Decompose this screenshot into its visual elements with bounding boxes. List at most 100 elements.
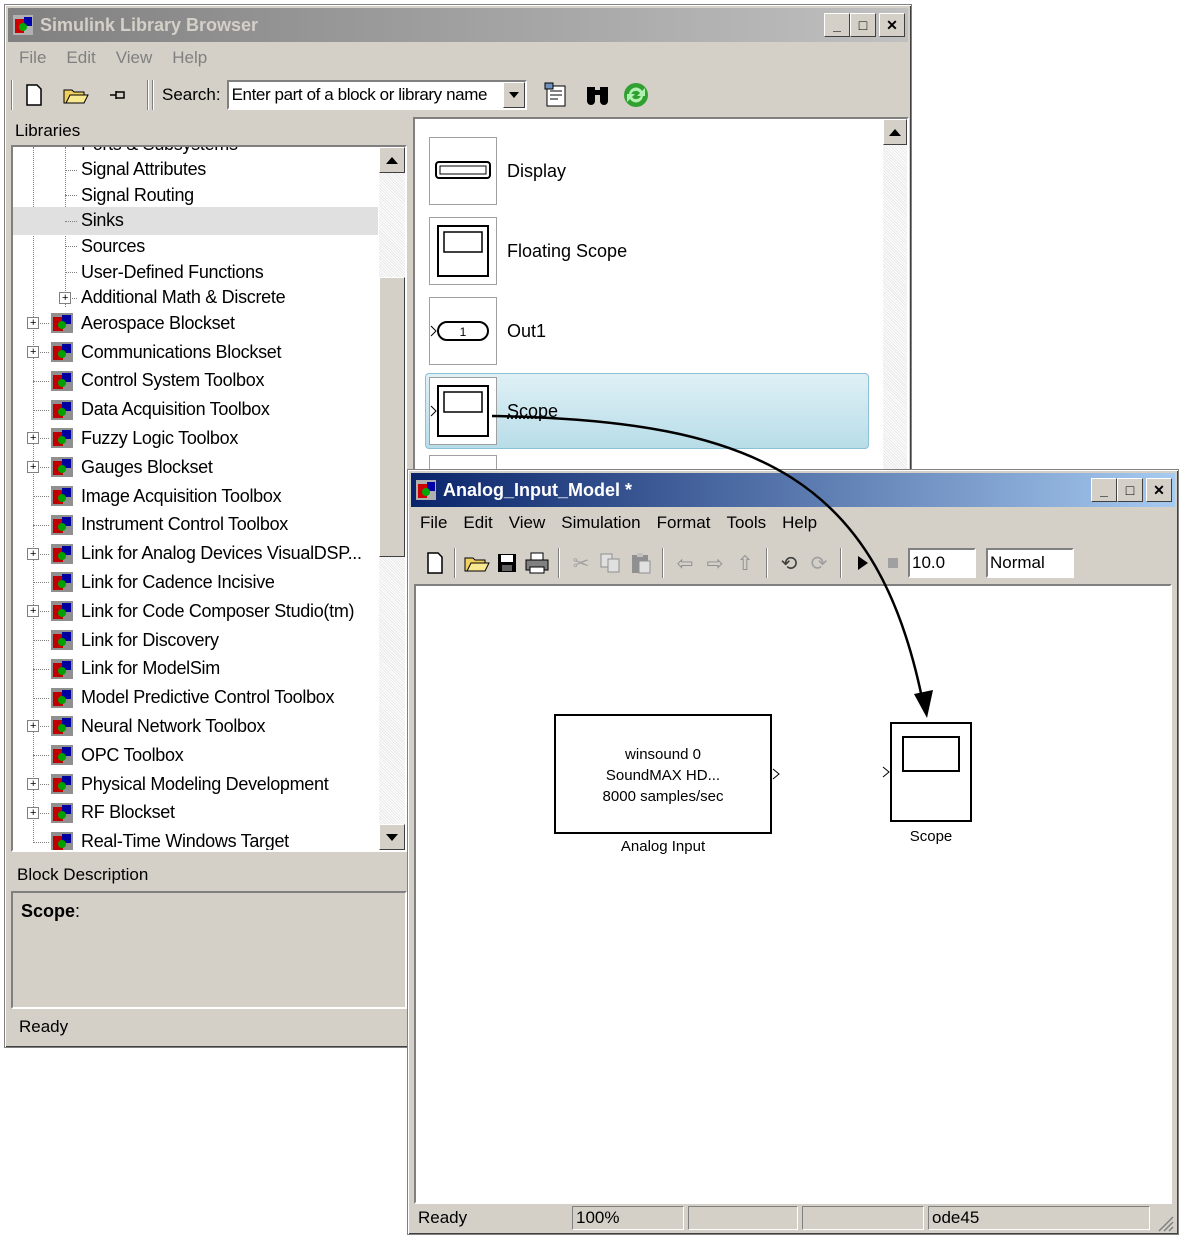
- close-button[interactable]: ✕: [879, 13, 905, 37]
- resize-grip-icon[interactable]: [1154, 1212, 1174, 1232]
- tree-item-label: Instrument Control Toolbox: [81, 514, 288, 535]
- minimize-button[interactable]: _: [824, 13, 850, 37]
- tree-item[interactable]: + Aerospace Blockset: [13, 309, 378, 337]
- model-minimize-button[interactable]: _: [1091, 478, 1117, 502]
- model-maximize-button[interactable]: □: [1117, 478, 1143, 502]
- tree-item[interactable]: + Gauges Blockset: [13, 453, 378, 481]
- expand-toggle-icon[interactable]: +: [27, 605, 39, 618]
- model-menu-help[interactable]: Help: [774, 513, 825, 533]
- block-floating-scope[interactable]: Floating Scope: [429, 215, 869, 287]
- tree-item[interactable]: Control System Toolbox: [13, 367, 378, 395]
- tree-item[interactable]: Sources: [13, 232, 378, 260]
- expand-toggle-icon[interactable]: +: [27, 432, 39, 445]
- model-cut-icon[interactable]: ✂: [566, 548, 596, 578]
- tree-item[interactable]: Model Predictive Control Toolbox: [13, 684, 378, 712]
- block-display[interactable]: Display: [429, 135, 869, 207]
- blocks-scrollbar[interactable]: [883, 119, 907, 475]
- model-menu-file[interactable]: File: [412, 513, 455, 533]
- model-menu-edit[interactable]: Edit: [455, 513, 500, 533]
- model-paste-icon[interactable]: [626, 548, 656, 578]
- stop-time-input[interactable]: 10.0: [908, 548, 976, 578]
- menu-view[interactable]: View: [106, 48, 163, 68]
- model-undo-icon[interactable]: ⟲: [774, 548, 804, 578]
- expand-toggle-icon[interactable]: +: [27, 461, 39, 474]
- model-menu-simulation[interactable]: Simulation: [553, 513, 648, 533]
- tree-item[interactable]: Data Acquisition Toolbox: [13, 396, 378, 424]
- model-menu-view[interactable]: View: [501, 513, 554, 533]
- search-dropdown-button[interactable]: [502, 82, 525, 108]
- sim-mode-select[interactable]: Normal: [986, 548, 1074, 578]
- expand-toggle-icon[interactable]: +: [27, 778, 39, 790]
- model-redo-icon[interactable]: ⟳: [804, 548, 834, 578]
- model-back-icon[interactable]: ⇦: [670, 548, 700, 578]
- model-save-icon[interactable]: [492, 548, 522, 578]
- library-browser-titlebar[interactable]: Simulink Library Browser _ □ ✕: [8, 8, 908, 42]
- model-forward-icon[interactable]: ⇨: [700, 548, 730, 578]
- tree-item[interactable]: Link for ModelSim: [13, 655, 378, 683]
- scroll-thumb[interactable]: [379, 277, 405, 557]
- tree-item[interactable]: + Fuzzy Logic Toolbox: [13, 424, 378, 452]
- find-binoculars-icon[interactable]: [583, 80, 613, 110]
- model-stop-icon[interactable]: [878, 548, 908, 578]
- tree-item[interactable]: + Neural Network Toolbox: [13, 712, 378, 740]
- tree-item[interactable]: + Link for Analog Devices VisualDSP...: [13, 540, 378, 568]
- tree-item[interactable]: Signal Attributes: [13, 156, 378, 184]
- maximize-button[interactable]: □: [850, 13, 876, 37]
- tree-item[interactable]: + Additional Math & Discrete: [13, 284, 378, 312]
- model-run-icon[interactable]: [848, 548, 878, 578]
- expand-toggle-icon[interactable]: +: [27, 806, 39, 819]
- expand-toggle-icon[interactable]: +: [27, 547, 39, 560]
- tree-item-label: Signal Routing: [81, 184, 194, 205]
- tree-item[interactable]: Instrument Control Toolbox: [13, 511, 378, 539]
- model-close-button[interactable]: ✕: [1146, 478, 1172, 502]
- tree-item[interactable]: + Physical Modeling Development: [13, 770, 378, 798]
- tree-connector: [33, 409, 49, 411]
- tree-scrollbar[interactable]: [379, 147, 405, 850]
- analog-input-block[interactable]: winsound 0 SoundMAX HD... 8000 samples/s…: [554, 714, 772, 834]
- model-menu-tools[interactable]: Tools: [718, 513, 774, 533]
- model-copy-icon[interactable]: [596, 548, 626, 578]
- tree-item-label: RF Blockset: [81, 802, 175, 823]
- model-canvas[interactable]: winsound 0 SoundMAX HD... 8000 samples/s…: [414, 584, 1172, 1204]
- blocks-scroll-up-button[interactable]: [883, 119, 907, 145]
- tree-item[interactable]: + Communications Blockset: [13, 338, 378, 366]
- menu-edit[interactable]: Edit: [56, 48, 105, 68]
- menu-help[interactable]: Help: [162, 48, 217, 68]
- menu-file[interactable]: File: [9, 48, 56, 68]
- pin-icon[interactable]: [103, 80, 133, 110]
- model-menu-format[interactable]: Format: [649, 513, 719, 533]
- model-titlebar[interactable]: Analog_Input_Model * _ □ ✕: [411, 473, 1175, 507]
- tree-item[interactable]: Image Acquisition Toolbox: [13, 482, 378, 510]
- scope-block-icon: [429, 377, 497, 445]
- block-scope[interactable]: Scope: [429, 375, 869, 447]
- model-open-icon[interactable]: [462, 548, 492, 578]
- tree-item[interactable]: + Link for Code Composer Studio(tm): [13, 597, 378, 625]
- tree-item[interactable]: User-Defined Functions: [13, 258, 378, 286]
- model-print-icon[interactable]: [522, 548, 552, 578]
- expand-toggle-icon[interactable]: +: [27, 720, 39, 733]
- scroll-down-button[interactable]: [379, 824, 405, 850]
- scroll-up-button[interactable]: [379, 147, 405, 173]
- tree-connector: [33, 380, 49, 382]
- expand-toggle-icon[interactable]: +: [59, 291, 71, 304]
- model-menubar: File Edit View Simulation Format Tools H…: [412, 508, 1174, 538]
- tree-item[interactable]: OPC Toolbox: [13, 741, 378, 769]
- tree-item[interactable]: Sinks: [13, 206, 378, 235]
- toolbox-icon: [51, 572, 73, 593]
- search-input[interactable]: Enter part of a block or library name: [226, 80, 527, 110]
- refresh-icon[interactable]: [621, 80, 651, 110]
- expand-toggle-icon[interactable]: +: [27, 346, 39, 358]
- tree-item[interactable]: Link for Cadence Incisive: [13, 568, 378, 596]
- tree-item[interactable]: Link for Discovery: [13, 626, 378, 654]
- scope-model-block[interactable]: [890, 722, 972, 822]
- model-up-icon[interactable]: ⇧: [730, 548, 760, 578]
- find-options-icon[interactable]: [541, 80, 571, 110]
- block-out1[interactable]: 1 Out1: [429, 295, 869, 367]
- model-new-icon[interactable]: [420, 548, 450, 578]
- tree-item[interactable]: Real-Time Windows Target: [13, 828, 378, 850]
- new-model-icon[interactable]: [19, 80, 49, 110]
- tree-item[interactable]: + RF Blockset: [13, 799, 378, 827]
- expand-toggle-icon[interactable]: +: [27, 317, 39, 330]
- open-folder-icon[interactable]: [61, 80, 91, 110]
- tree-item[interactable]: Signal Routing: [13, 181, 378, 209]
